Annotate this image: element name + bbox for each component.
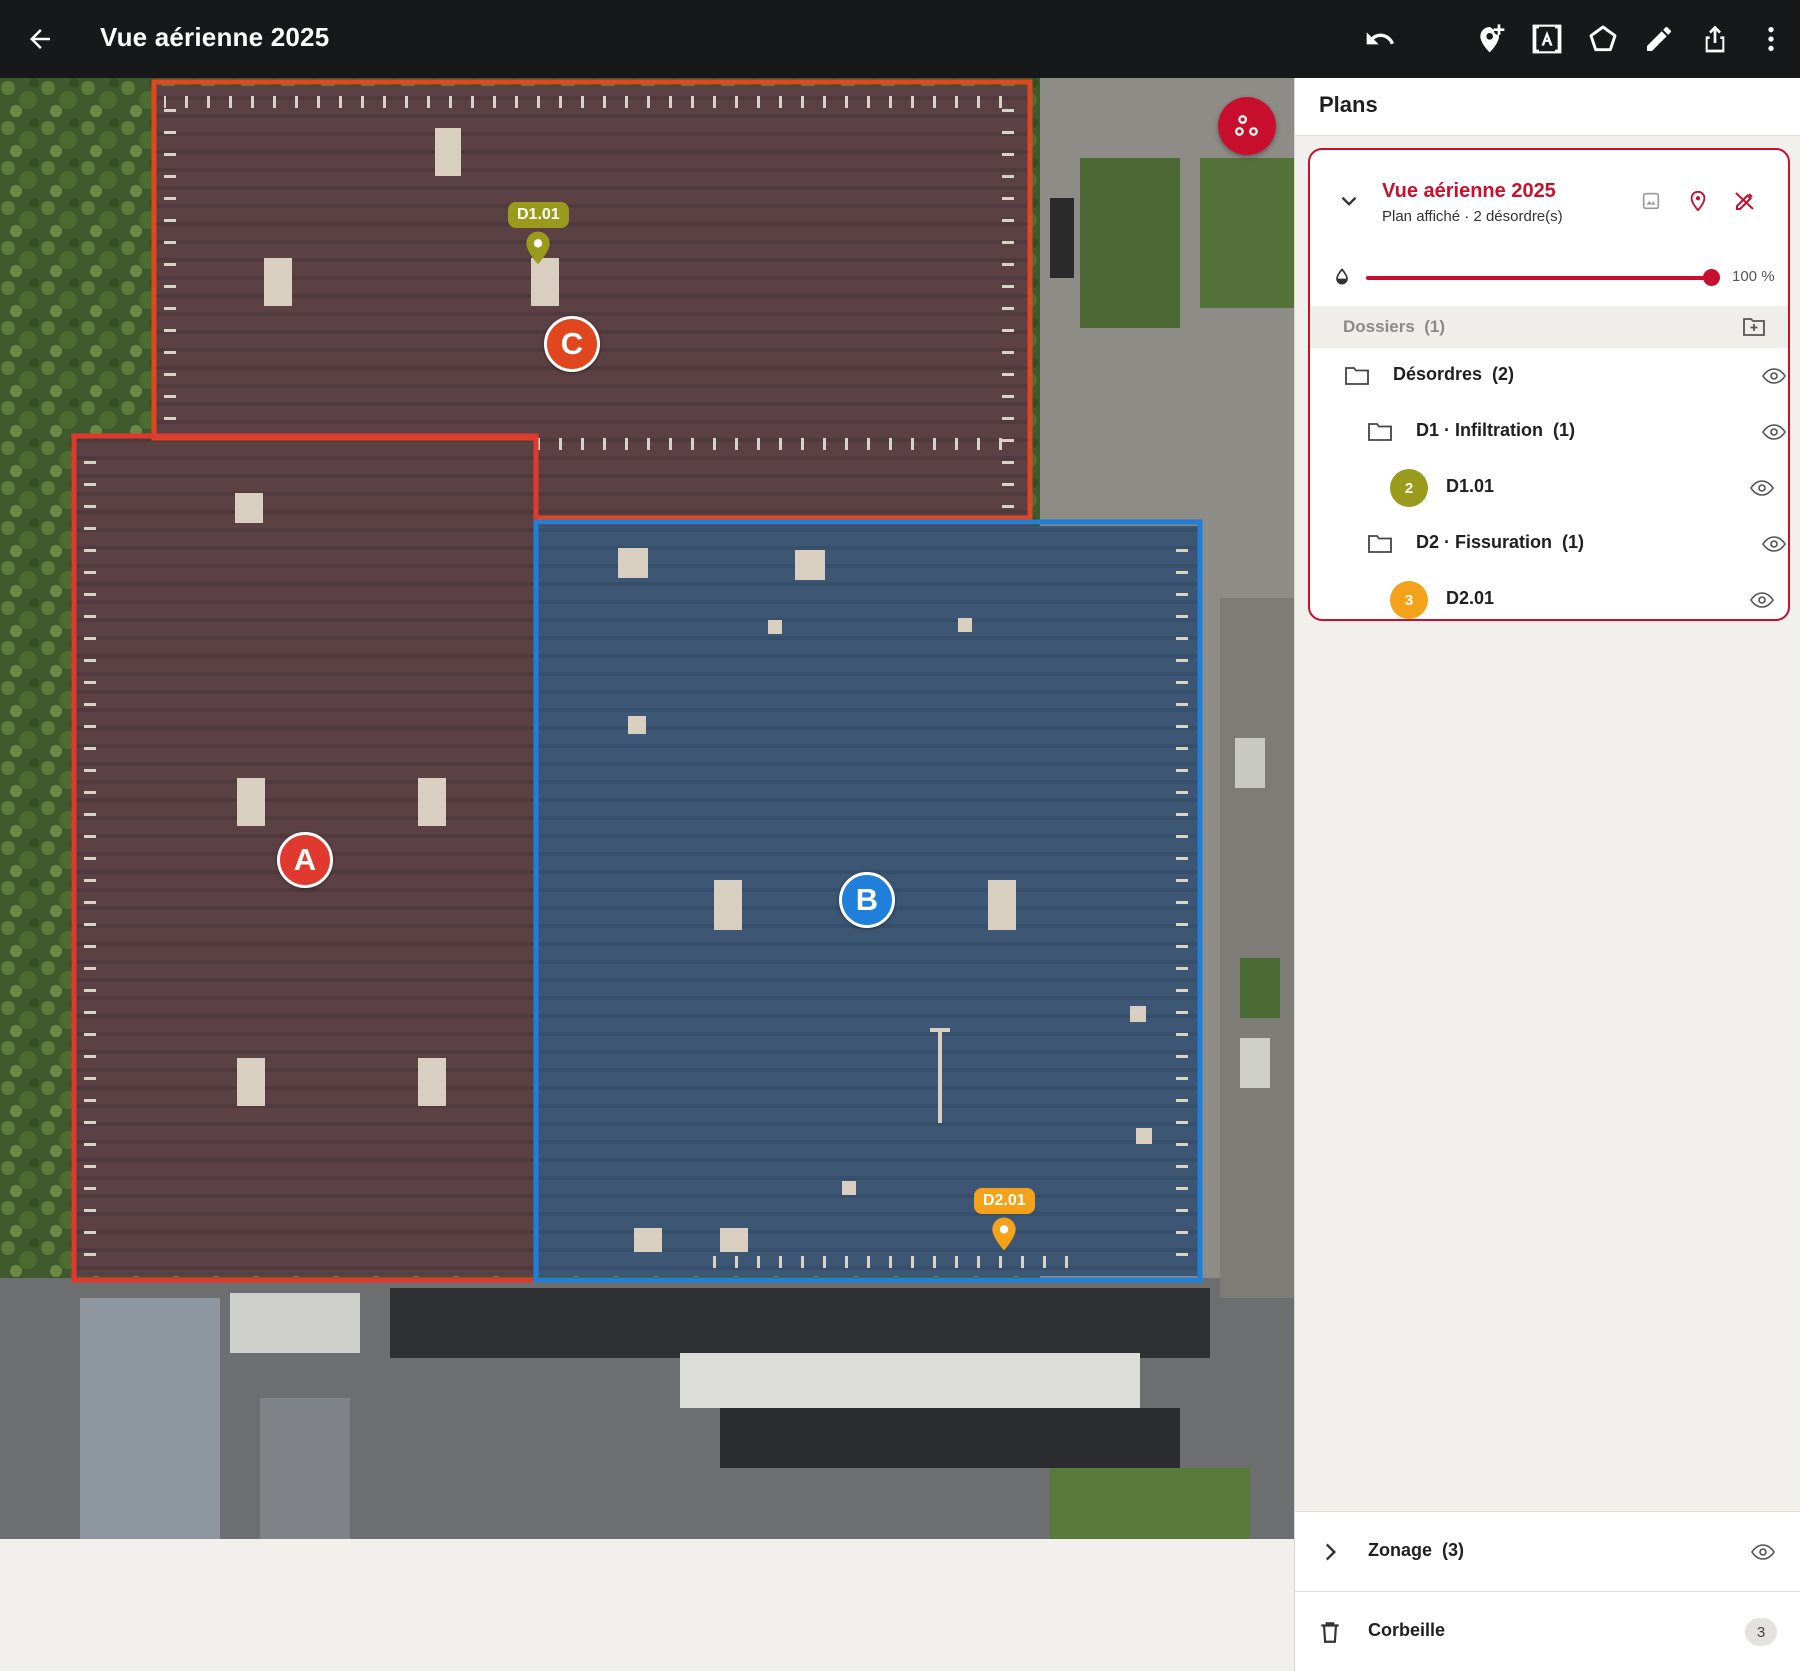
trash-count-badge: 3 xyxy=(1745,1618,1777,1646)
plan-title[interactable]: Vue aérienne 2025 xyxy=(1382,180,1556,203)
zonage-row[interactable]: Zonage (3) xyxy=(1295,1511,1800,1591)
text-frame-icon xyxy=(1532,24,1562,54)
location-pin-icon xyxy=(526,231,551,265)
edit-button[interactable] xyxy=(1637,17,1681,61)
marker-button[interactable] xyxy=(1685,188,1711,214)
item-label: D1.01 xyxy=(1446,476,1495,496)
image-icon xyxy=(1642,192,1660,210)
item-number-badge: 3 xyxy=(1390,581,1428,619)
more-button[interactable] xyxy=(1749,17,1793,61)
plan-card: Vue aérienne 2025 Plan affiché · 2 désor… xyxy=(1308,148,1790,621)
folder-row-d2[interactable]: D2 · Fissuration (1) xyxy=(1310,516,1788,572)
nodes-icon xyxy=(1235,115,1258,136)
eye-icon[interactable] xyxy=(1750,478,1774,498)
layers-fab-button[interactable] xyxy=(1218,97,1276,155)
hide-drawing-button[interactable] xyxy=(1732,188,1758,214)
top-app-bar: Vue aérienne 2025 xyxy=(0,0,1800,78)
pin-label: D1.01 xyxy=(508,202,569,228)
zone-badge-b[interactable]: B xyxy=(839,872,895,928)
image-button[interactable] xyxy=(1638,188,1664,214)
undo-button[interactable] xyxy=(1358,17,1402,61)
add-marker-button[interactable] xyxy=(1469,17,1513,61)
eye-icon[interactable] xyxy=(1762,534,1786,554)
page-title: Vue aérienne 2025 xyxy=(100,22,330,52)
corbeille-row[interactable]: Corbeille 3 xyxy=(1295,1591,1800,1671)
opacity-slider-thumb[interactable] xyxy=(1703,269,1720,286)
eye-icon[interactable] xyxy=(1762,366,1786,386)
add-marker-icon xyxy=(1480,24,1505,53)
edit-off-icon xyxy=(1735,192,1754,210)
opacity-value: 100 % xyxy=(1732,268,1775,285)
chevron-down-icon[interactable] xyxy=(1336,188,1362,214)
item-row-d1-01[interactable]: 2 D1.01 xyxy=(1310,460,1788,516)
zone-badge-c[interactable]: C xyxy=(544,316,600,372)
folder-label: Désordres (2) xyxy=(1393,364,1515,384)
aerial-image xyxy=(0,78,1294,1539)
map-footer-area xyxy=(0,1539,1294,1671)
share-button[interactable] xyxy=(1693,17,1737,61)
folder-label: D1 · Infiltration (1) xyxy=(1416,420,1575,440)
back-arrow-icon xyxy=(30,29,50,49)
polygon-icon xyxy=(1589,25,1617,52)
zonage-label: Zonage (3) xyxy=(1368,1540,1465,1560)
location-pin-icon xyxy=(992,1217,1017,1251)
item-row-d2-01[interactable]: 3 D2.01 xyxy=(1310,572,1788,619)
opacity-drop-icon xyxy=(1336,268,1348,285)
chevron-right-icon xyxy=(1325,1543,1337,1561)
map-pin-d1-01[interactable]: D1.01 xyxy=(508,202,569,266)
location-pin-icon xyxy=(1690,190,1706,212)
add-folder-icon[interactable] xyxy=(1742,316,1766,338)
dossiers-header: Dossiers (1) xyxy=(1310,306,1788,348)
map-view[interactable]: C A B D1.01 D2.01 xyxy=(0,78,1294,1539)
plan-subtitle: Plan affiché · 2 désordre(s) xyxy=(1382,208,1563,225)
text-frame-button[interactable] xyxy=(1525,17,1569,61)
trash-icon xyxy=(1321,1622,1339,1643)
opacity-row: 100 % xyxy=(1310,254,1788,306)
folder-icon xyxy=(1345,367,1369,385)
eye-icon[interactable] xyxy=(1750,590,1774,610)
folder-row-desordres[interactable]: Désordres (2) xyxy=(1310,348,1788,404)
polygon-button[interactable] xyxy=(1581,17,1625,61)
corbeille-label: Corbeille xyxy=(1368,1620,1446,1640)
pencil-icon xyxy=(1647,26,1671,51)
plans-panel: Plans Vue aérienne 2025 Plan affiché · 2… xyxy=(1294,78,1800,1671)
back-button[interactable] xyxy=(20,19,60,59)
folder-icon xyxy=(1368,535,1392,553)
undo-icon xyxy=(1366,32,1394,45)
opacity-slider[interactable] xyxy=(1366,276,1711,280)
item-label: D2.01 xyxy=(1446,588,1495,608)
folder-row-d1[interactable]: D1 · Infiltration (1) xyxy=(1310,404,1788,460)
more-vert-icon xyxy=(1768,27,1774,51)
panel-title: Plans xyxy=(1295,78,1800,136)
eye-icon[interactable] xyxy=(1762,422,1786,442)
folder-icon xyxy=(1368,423,1392,441)
folder-label: D2 · Fissuration (1) xyxy=(1416,532,1585,552)
share-icon xyxy=(1705,25,1725,53)
dossiers-label: Dossiers (1) xyxy=(1343,317,1446,336)
pin-label: D2.01 xyxy=(974,1188,1035,1214)
zone-badge-a[interactable]: A xyxy=(277,832,333,888)
item-number-badge: 2 xyxy=(1390,469,1428,507)
map-pin-d2-01[interactable]: D2.01 xyxy=(974,1188,1035,1252)
eye-icon[interactable] xyxy=(1751,1542,1775,1562)
